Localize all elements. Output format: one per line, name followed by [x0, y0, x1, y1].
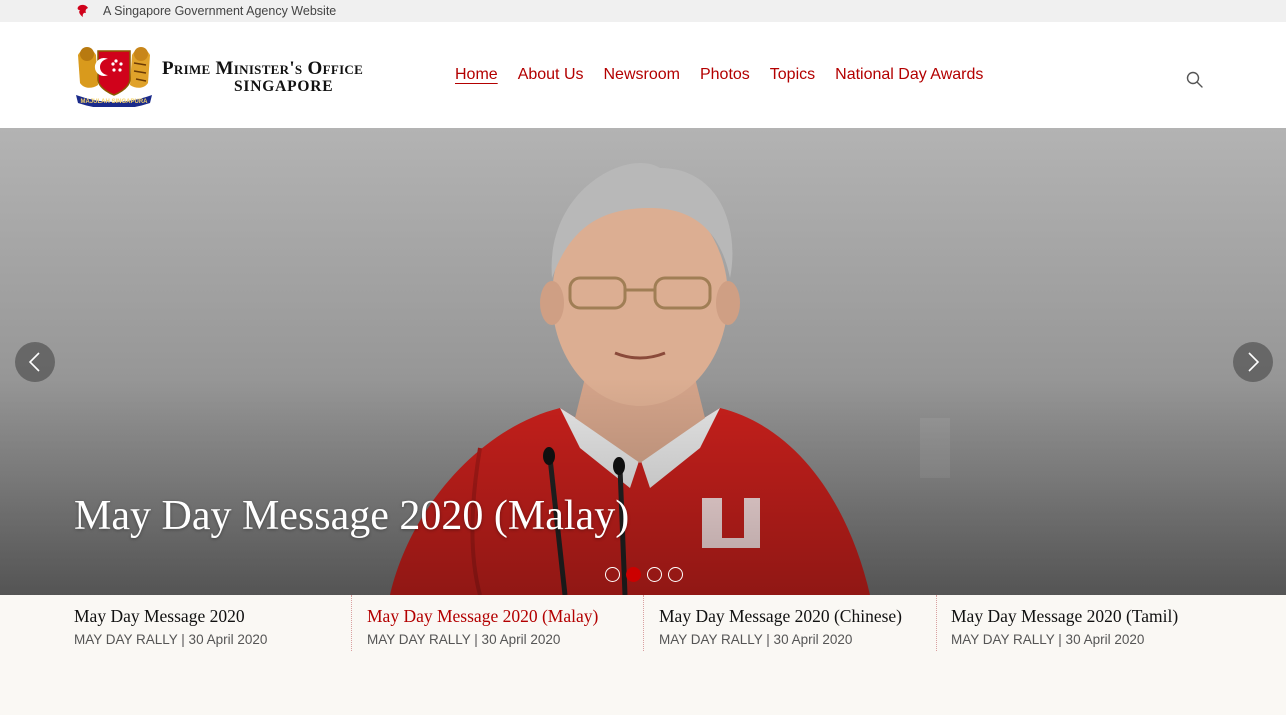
slide-list: May Day Message 2020 MAY DAY RALLY | 30 … [0, 595, 1286, 715]
slide-divider [936, 595, 937, 651]
brand-title: Prime Minister's Office [162, 58, 364, 79]
nav-photos[interactable]: Photos [700, 66, 750, 84]
carousel-prev-button[interactable] [15, 342, 55, 382]
main-nav: Home About Us Newsroom Photos Topics Nat… [455, 66, 983, 84]
carousel-dot[interactable] [647, 567, 662, 582]
nav-national-day-awards[interactable]: National Day Awards [835, 66, 983, 84]
gov-banner: A Singapore Government Agency Website [0, 0, 1286, 22]
slide-item[interactable]: May Day Message 2020 (Chinese) MAY DAY R… [659, 595, 902, 651]
carousel-dot[interactable] [668, 567, 683, 582]
carousel-dot-active[interactable] [626, 567, 641, 582]
slide-item-meta: MAY DAY RALLY | 30 April 2020 [951, 632, 1145, 647]
hero-shade [0, 378, 1286, 595]
slide-item-title: May Day Message 2020 [74, 606, 245, 626]
slide-item[interactable]: May Day Message 2020 (Tamil) MAY DAY RAL… [951, 595, 1178, 651]
slide-item-meta: MAY DAY RALLY | 30 April 2020 [367, 632, 561, 647]
slide-item-meta: MAY DAY RALLY | 30 April 2020 [74, 632, 268, 647]
slide-item-title: May Day Message 2020 (Tamil) [951, 606, 1179, 626]
chevron-right-icon [1248, 352, 1260, 372]
slide-item-title: May Day Message 2020 (Malay) [367, 606, 599, 626]
hero-title[interactable]: May Day Message 2020 (Malay) [74, 492, 629, 540]
slide-item[interactable]: May Day Message 2020 MAY DAY RALLY | 30 … [74, 595, 267, 651]
slide-item-title: May Day Message 2020 (Chinese) [659, 606, 903, 626]
chevron-left-icon [28, 352, 40, 372]
carousel-next-button[interactable] [1233, 342, 1273, 382]
nav-about-us[interactable]: About Us [518, 66, 584, 84]
carousel-dot[interactable] [605, 567, 620, 582]
slide-item-active[interactable]: May Day Message 2020 (Malay) MAY DAY RAL… [367, 595, 598, 651]
nav-topics[interactable]: Topics [770, 66, 815, 84]
crest-motto: MAJULAH SINGAPURA [80, 99, 148, 105]
lion-head-icon [77, 4, 88, 18]
hero-carousel: May Day Message 2020 (Malay) [0, 128, 1286, 595]
slide-divider [351, 595, 352, 651]
slide-item-meta: MAY DAY RALLY | 30 April 2020 [659, 632, 853, 647]
site-brand[interactable]: Prime Minister's Office SINGAPORE [162, 58, 363, 96]
singapore-crest-logo[interactable]: MAJULAH SINGAPURA [74, 41, 154, 107]
brand-subtitle: SINGAPORE [234, 78, 334, 95]
slide-divider [643, 595, 644, 651]
nav-home[interactable]: Home [455, 66, 498, 84]
gov-banner-text: A Singapore Government Agency Website [103, 4, 337, 18]
carousel-dots [605, 567, 683, 582]
search-icon[interactable] [1185, 70, 1205, 90]
nav-newsroom[interactable]: Newsroom [604, 66, 680, 84]
site-header: MAJULAH SINGAPURA Prime Minister's Offic… [0, 22, 1286, 128]
